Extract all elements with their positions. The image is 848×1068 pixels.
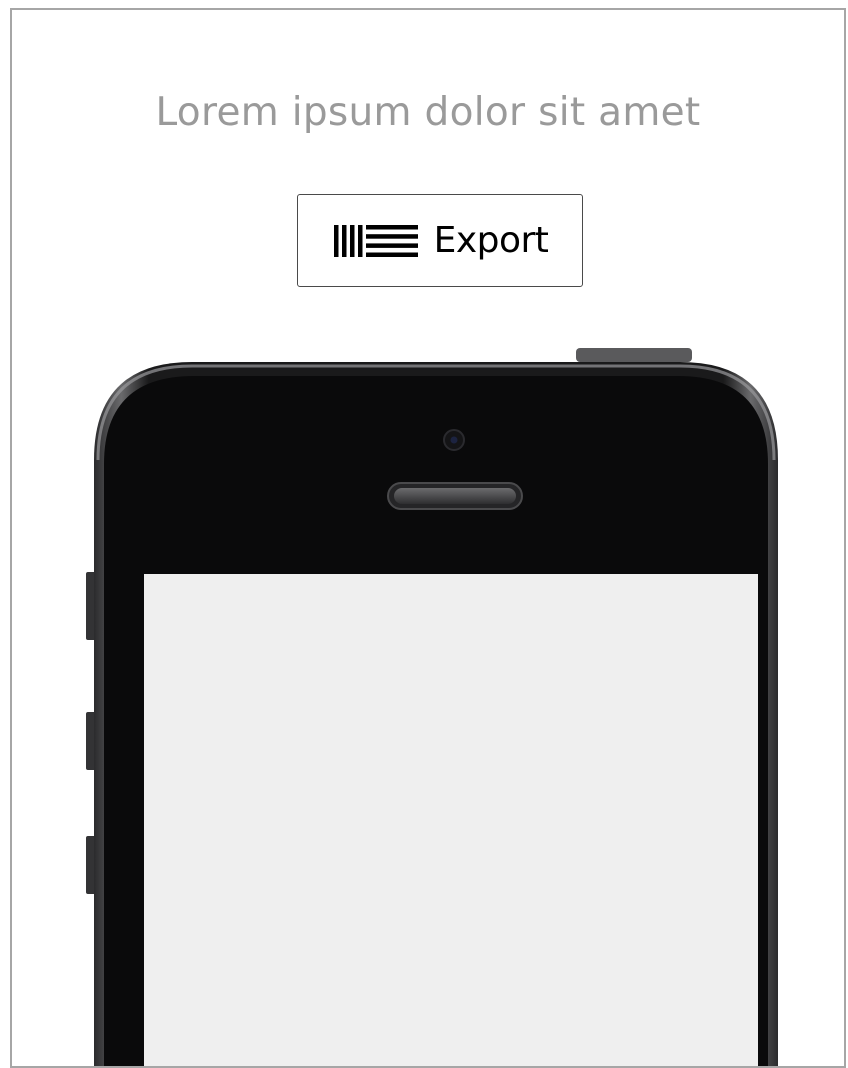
phone-mockup	[86, 348, 778, 1066]
page-headline: Lorem ipsum dolor sit amet	[155, 90, 701, 135]
ableton-logo-icon	[333, 224, 418, 257]
export-button-label: Export	[433, 220, 549, 261]
phone-screen	[144, 574, 758, 1066]
export-button[interactable]: Export	[297, 194, 583, 287]
power-button	[576, 348, 692, 362]
content-frame: Lorem ipsum dolor sit amet Export	[10, 8, 846, 1068]
